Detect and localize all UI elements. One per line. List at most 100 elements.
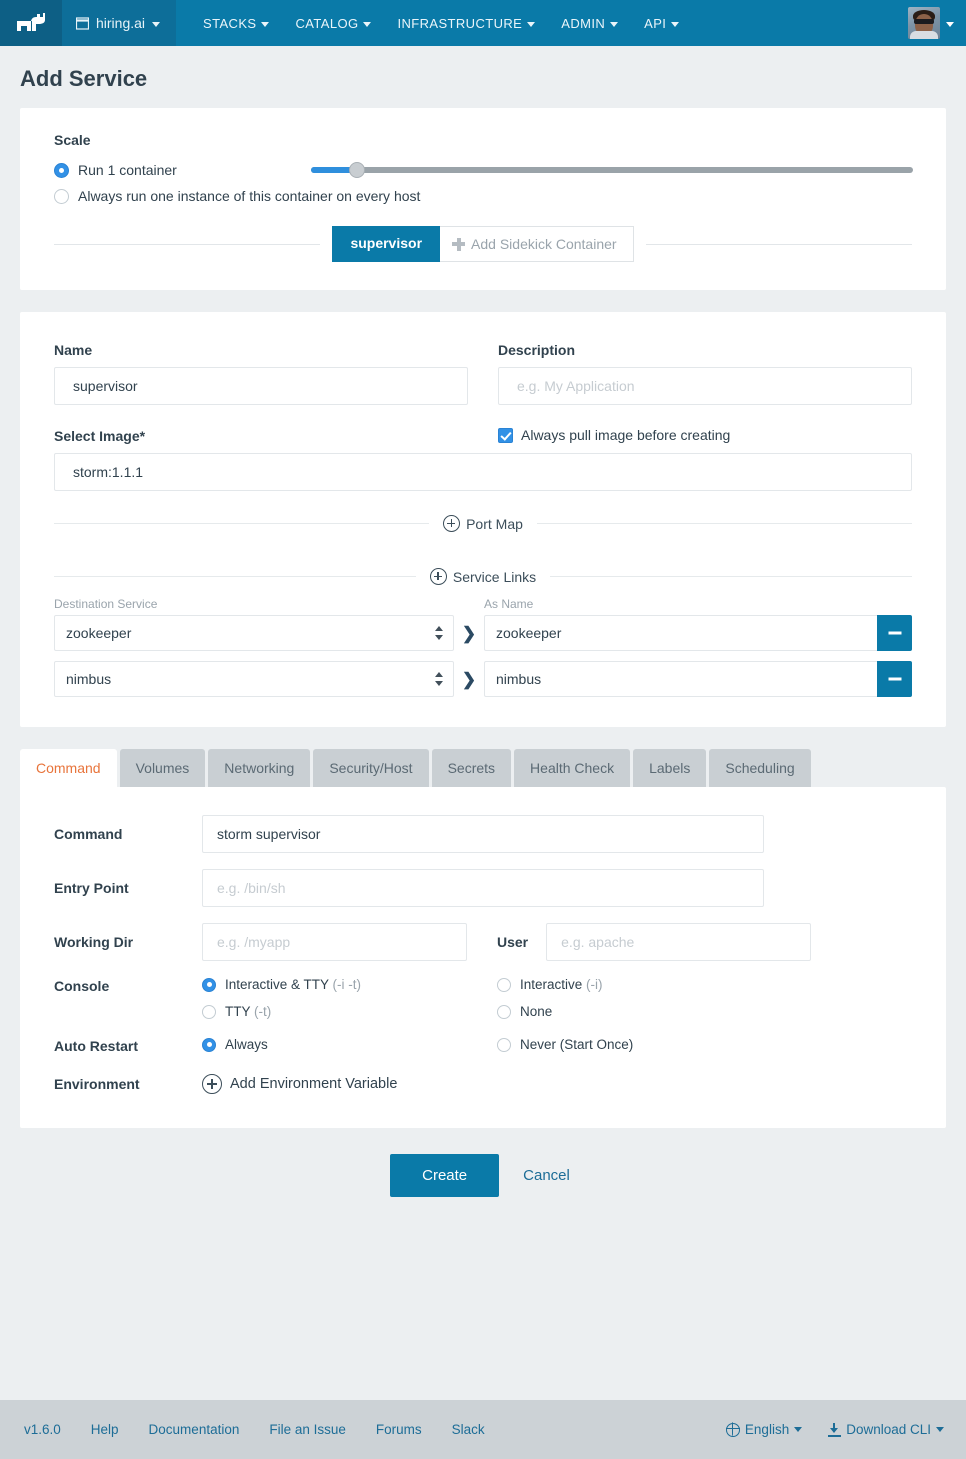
language-selector[interactable]: English [725, 1422, 803, 1437]
always-pull-label[interactable]: Always pull image before creating [521, 427, 730, 443]
auto-restart-option-label[interactable]: Always [225, 1037, 268, 1052]
top-navbar: hiring.ai STACKS CATALOG INFRASTRUCTURE … [0, 0, 966, 46]
select-image-input[interactable] [54, 453, 912, 491]
scale-option-global-row: Always run one instance of this containe… [54, 188, 912, 204]
globe-icon [725, 1422, 740, 1437]
tab-networking[interactable]: Networking [208, 749, 311, 787]
add-service-link-button[interactable]: Service Links [429, 568, 536, 585]
sidekick-tabs: supervisor Add Sidekick Container [332, 226, 634, 262]
footer-link-slack[interactable]: Slack [452, 1422, 485, 1437]
plus-circle-icon [202, 1074, 222, 1094]
command-label: Command [54, 826, 123, 842]
destination-select-wrap: zookeeper [54, 615, 454, 651]
add-port-map-button[interactable]: Port Map [443, 515, 523, 532]
auto-restart-row: Auto Restart Always Never (Start Once) [54, 1037, 912, 1054]
console-option-flag: (-i) [586, 977, 603, 992]
user-menu[interactable] [908, 0, 966, 46]
nav-item-admin[interactable]: ADMIN [548, 0, 631, 46]
always-pull-checkbox[interactable] [498, 427, 513, 443]
tab-volumes[interactable]: Volumes [119, 749, 206, 787]
auto-restart-option-always[interactable]: Always [202, 1037, 497, 1052]
name-input[interactable] [54, 367, 468, 405]
cancel-button[interactable]: Cancel [517, 1154, 576, 1197]
image-row-head: Select Image* Always pull image before c… [54, 427, 912, 444]
service-links-divider: Service Links [54, 568, 913, 585]
scale-global-radio[interactable] [54, 188, 69, 204]
scale-panel: Scale Run 1 container Always run one ins… [20, 108, 946, 290]
radio-icon[interactable] [202, 977, 216, 992]
console-option-interactive[interactable]: Interactive (-i) [497, 977, 792, 992]
entry-point-label: Entry Point [54, 880, 129, 896]
create-button[interactable]: Create [390, 1154, 500, 1197]
environment-switcher[interactable]: hiring.ai [62, 0, 177, 46]
avatar [908, 7, 940, 39]
port-map-label: Port Map [466, 515, 523, 532]
console-option-none[interactable]: None [497, 1004, 792, 1019]
footer-link-version[interactable]: v1.6.0 [24, 1422, 61, 1437]
footer-link-help[interactable]: Help [91, 1422, 119, 1437]
radio-icon[interactable] [202, 1004, 216, 1019]
tab-command[interactable]: Command [20, 749, 117, 787]
command-tab-panel: Command Entry Point Working Dir User Con… [20, 787, 946, 1128]
divider-right [550, 576, 913, 577]
scale-global-label[interactable]: Always run one instance of this containe… [78, 188, 420, 204]
destination-service-select[interactable]: nimbus [54, 661, 454, 697]
nav-item-infrastructure[interactable]: INFRASTRUCTURE [384, 0, 548, 46]
tab-secrets[interactable]: Secrets [431, 749, 512, 787]
scale-slider[interactable] [311, 162, 913, 178]
name-field-group: Name [54, 342, 468, 405]
nav-item-catalog[interactable]: CATALOG [282, 0, 384, 46]
user-input[interactable] [546, 923, 812, 961]
sidekick-tab-supervisor[interactable]: supervisor [332, 226, 441, 262]
scale-option-run-row: Run 1 container [54, 162, 913, 178]
nav-item-api[interactable]: API [631, 0, 692, 46]
form-actions: Create Cancel [0, 1154, 966, 1237]
always-pull-row[interactable]: Always pull image before creating [498, 427, 912, 444]
chevron-down-icon [261, 21, 270, 27]
command-input[interactable] [202, 815, 764, 853]
description-input[interactable] [498, 367, 912, 405]
radio-icon[interactable] [202, 1037, 216, 1052]
auto-restart-option-label[interactable]: Never (Start Once) [520, 1037, 633, 1052]
nav-item-stacks[interactable]: STACKS [190, 0, 282, 46]
console-option-interactive-tty[interactable]: Interactive & TTY (-i -t) [202, 977, 497, 992]
radio-icon[interactable] [497, 1037, 511, 1052]
tab-health-check[interactable]: Health Check [514, 749, 631, 787]
console-option-label: TTY [225, 1004, 255, 1019]
rancher-logo-button[interactable] [0, 0, 62, 46]
chevron-down-icon [936, 1427, 944, 1432]
service-details-panel: Name Description Select Image* Always pu… [20, 312, 946, 727]
footer-link-file-an-issue[interactable]: File an Issue [269, 1422, 346, 1437]
nav-item-label: INFRASTRUCTURE [397, 15, 523, 31]
add-environment-variable-label: Add Environment Variable [230, 1076, 398, 1092]
scale-run-label[interactable]: Run 1 container [78, 162, 177, 178]
add-environment-variable-button[interactable]: Add Environment Variable [202, 1074, 397, 1094]
console-option-tty[interactable]: TTY (-t) [202, 1004, 497, 1019]
add-sidekick-container-button[interactable]: Add Sidekick Container [440, 226, 634, 262]
as-name-input[interactable] [484, 615, 877, 651]
tab-scheduling[interactable]: Scheduling [709, 749, 811, 787]
service-link-row: zookeeper ❯ [54, 615, 912, 651]
remove-service-link-button[interactable] [877, 615, 912, 651]
divider-right [536, 523, 912, 524]
auto-restart-option-never[interactable]: Never (Start Once) [497, 1037, 792, 1052]
service-links-column-headers: Destination Service As Name [54, 597, 912, 611]
entry-point-input[interactable] [202, 869, 764, 907]
download-cli-button[interactable]: Download CLI [828, 1422, 944, 1437]
scale-run-radio[interactable] [54, 162, 69, 178]
destination-service-select[interactable]: zookeeper [54, 615, 454, 651]
remove-service-link-button[interactable] [877, 661, 912, 697]
working-dir-input[interactable] [202, 923, 467, 961]
as-name-input[interactable] [484, 661, 877, 697]
pull-checkbox-group: Always pull image before creating [498, 427, 912, 444]
footer-link-forums[interactable]: Forums [376, 1422, 422, 1437]
plus-circle-icon [429, 568, 447, 585]
slider-track[interactable] [311, 167, 913, 173]
radio-icon[interactable] [497, 977, 511, 992]
tab-labels[interactable]: Labels [633, 749, 707, 787]
tab-security-host[interactable]: Security/Host [313, 749, 429, 787]
radio-icon[interactable] [497, 1004, 511, 1019]
console-option-label: Interactive & TTY [225, 977, 333, 992]
slider-thumb[interactable] [348, 162, 365, 178]
footer-link-documentation[interactable]: Documentation [149, 1422, 240, 1437]
